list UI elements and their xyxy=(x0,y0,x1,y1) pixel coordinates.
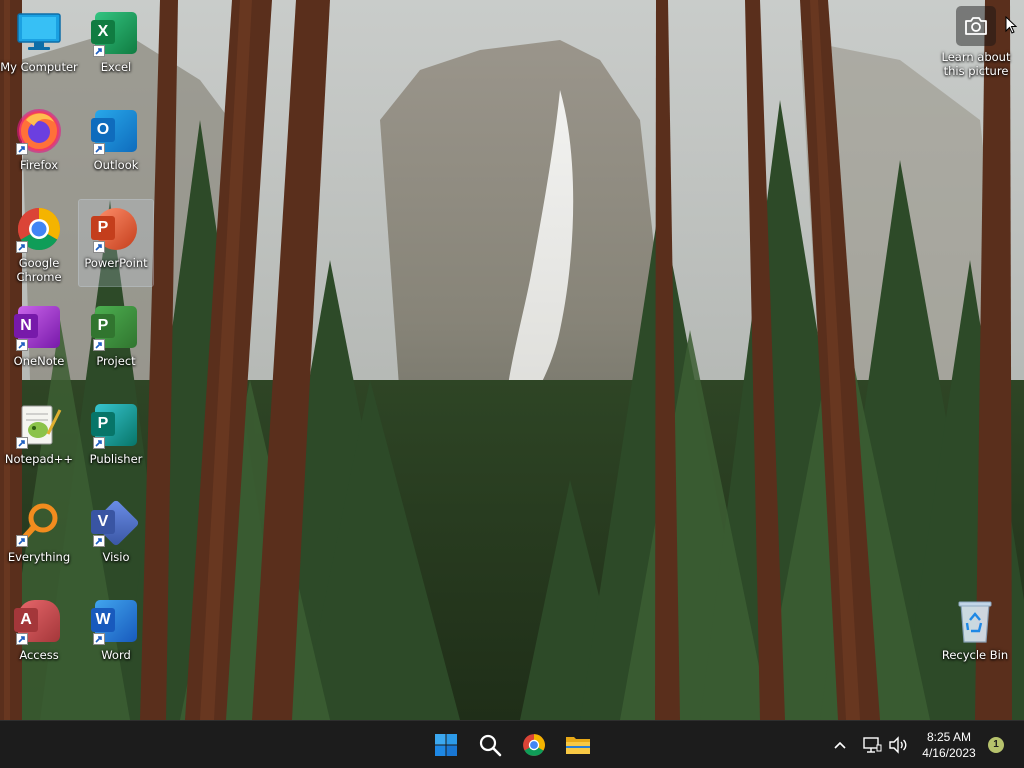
desktop-icon-outlook[interactable]: O Outlook xyxy=(79,102,153,188)
desktop-icon-excel[interactable]: X Excel xyxy=(79,4,153,90)
outlook-icon: O xyxy=(91,106,141,156)
desktop-icon-label: PowerPoint xyxy=(84,256,148,270)
learn-about-this-picture[interactable]: Learn about this picture xyxy=(940,6,1012,90)
desktop-icon-notepadpp[interactable]: Notepad++ xyxy=(2,396,76,482)
start-button[interactable] xyxy=(428,727,464,763)
desktop-icon-label: OneNote xyxy=(13,354,65,368)
desktop-icon-label: Outlook xyxy=(93,158,139,172)
taskbar-file-explorer-button[interactable] xyxy=(560,727,596,763)
shortcut-arrow-icon xyxy=(93,45,105,57)
network-button[interactable] xyxy=(858,727,886,763)
excel-icon: X xyxy=(91,8,141,58)
desktop-icon-access[interactable]: A Access xyxy=(2,592,76,678)
shortcut-arrow-icon xyxy=(16,339,28,351)
desktop-icon-visio[interactable]: V Visio xyxy=(79,494,153,580)
shortcut-arrow-icon xyxy=(93,339,105,351)
shortcut-arrow-icon xyxy=(16,437,28,449)
shortcut-arrow-icon xyxy=(93,535,105,547)
powerpoint-icon: P xyxy=(91,204,141,254)
shortcut-arrow-icon xyxy=(16,241,28,253)
desktop-icon-google-chrome[interactable]: Google Chrome xyxy=(2,200,76,286)
shortcut-arrow-icon xyxy=(93,143,105,155)
desktop-icon-onenote[interactable]: N OneNote xyxy=(2,298,76,384)
mouse-pointer-icon xyxy=(1005,16,1017,34)
search-icon xyxy=(479,734,502,757)
desktop-icon-label: Recycle Bin xyxy=(941,648,1009,662)
desktop-icon-word[interactable]: W Word xyxy=(79,592,153,678)
desktop-icon-label: My Computer xyxy=(0,60,78,74)
desktop-icon-label: Excel xyxy=(100,60,132,74)
notification-badge[interactable]: 1 xyxy=(988,737,1004,753)
desktop-icon-label: Firefox xyxy=(19,158,59,172)
network-icon xyxy=(863,737,882,753)
publisher-icon: P xyxy=(91,400,141,450)
speaker-icon xyxy=(889,736,907,754)
learn-label-line1: Learn about xyxy=(941,50,1011,64)
recycle-bin-icon xyxy=(950,596,1000,646)
desktop-icon-label: Publisher xyxy=(89,452,143,466)
shortcut-arrow-icon xyxy=(93,437,105,449)
project-icon: P xyxy=(91,302,141,352)
windows-logo-icon xyxy=(435,734,457,756)
desktop-icon-recycle-bin[interactable]: Recycle Bin xyxy=(938,592,1012,678)
word-icon: W xyxy=(91,596,141,646)
monitor-icon xyxy=(14,8,64,58)
everything-search-icon xyxy=(14,498,64,548)
desktop-icon-publisher[interactable]: P Publisher xyxy=(79,396,153,482)
shortcut-arrow-icon xyxy=(16,143,28,155)
taskbar-chrome-button[interactable] xyxy=(516,727,552,763)
shortcut-arrow-icon xyxy=(93,241,105,253)
shortcut-arrow-icon xyxy=(93,633,105,645)
show-hidden-icons-button[interactable] xyxy=(824,727,856,763)
clock[interactable]: 8:25 AM 4/16/2023 xyxy=(912,729,986,761)
taskbar: 8:25 AM 4/16/2023 1 xyxy=(0,720,1024,768)
desktop-icon-project[interactable]: P Project xyxy=(79,298,153,384)
firefox-icon xyxy=(14,106,64,156)
desktop-icon-label: Access xyxy=(19,648,59,662)
chrome-icon xyxy=(523,734,545,756)
desktop-icon-label: Everything xyxy=(7,550,71,564)
clock-date: 4/16/2023 xyxy=(922,746,976,760)
desktop-icon-label: Google Chrome xyxy=(16,256,62,284)
desktop-icon-label: Word xyxy=(101,648,131,662)
visio-icon: V xyxy=(91,498,141,548)
desktop[interactable]: My Computer Firefox Google Chrome N OneN… xyxy=(0,0,1024,720)
notepadpp-icon xyxy=(14,400,64,450)
desktop-icon-label: Project xyxy=(96,354,136,368)
chevron-up-icon xyxy=(834,741,846,749)
search-button[interactable] xyxy=(472,727,508,763)
desktop-icon-powerpoint[interactable]: P PowerPoint xyxy=(78,199,154,287)
shortcut-arrow-icon xyxy=(16,535,28,547)
learn-label-line2: this picture xyxy=(943,64,1009,78)
desktop-icon-firefox[interactable]: Firefox xyxy=(2,102,76,188)
chrome-icon xyxy=(14,204,64,254)
clock-time: 8:25 AM xyxy=(926,730,972,744)
folder-icon xyxy=(566,737,590,754)
desktop-icon-everything[interactable]: Everything xyxy=(2,494,76,580)
desktop-icon-label: Visio xyxy=(102,550,130,564)
desktop-icon-label: Notepad++ xyxy=(4,452,74,466)
shortcut-arrow-icon xyxy=(16,633,28,645)
desktop-icon-my-computer[interactable]: My Computer xyxy=(0,4,78,90)
onenote-icon: N xyxy=(14,302,64,352)
access-icon: A xyxy=(14,596,64,646)
volume-button[interactable] xyxy=(884,727,912,763)
camera-icon xyxy=(956,6,996,46)
